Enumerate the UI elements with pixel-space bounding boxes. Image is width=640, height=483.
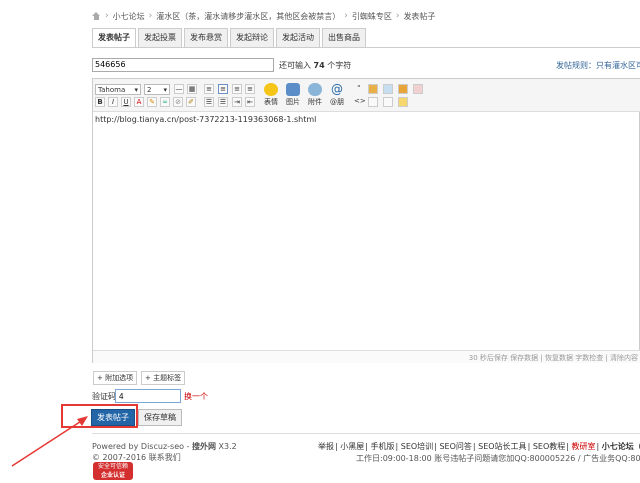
insert-image-button[interactable]: 图片 xyxy=(284,83,302,107)
topic-tag-button[interactable]: + 主题标签 xyxy=(141,371,186,385)
char-count: 74 xyxy=(313,61,325,70)
chevron-right-icon: › xyxy=(148,11,153,21)
hide-content-icon[interactable] xyxy=(383,84,393,94)
italic-button[interactable]: I xyxy=(108,97,118,107)
chevron-down-icon: ▾ xyxy=(134,86,138,94)
footer-link[interactable]: 小七论坛（粤ICP xyxy=(602,442,640,451)
footer-link[interactable]: SEO问答 xyxy=(439,442,471,451)
posting-rules-link[interactable]: 发帖规则：只有灌水区可以 xyxy=(556,60,640,71)
unlink-icon[interactable]: ⊘ xyxy=(173,97,183,107)
image-icon xyxy=(286,83,300,96)
annotation-arrow-icon xyxy=(11,416,88,467)
table-icon[interactable]: ▦ xyxy=(187,84,197,94)
footer-link[interactable]: 手机版 xyxy=(371,442,395,451)
tab-poll[interactable]: 发起投票 xyxy=(138,28,182,47)
paperclip-icon xyxy=(308,83,322,96)
outdent-icon[interactable]: ⇤ xyxy=(245,97,255,107)
breadcrumb-subboard[interactable]: 引蜘蛛专区 xyxy=(352,11,392,22)
emoji-button[interactable]: 表情 xyxy=(262,83,280,107)
contact-us-link[interactable]: 联系我们 xyxy=(149,453,181,462)
penguin-icon[interactable] xyxy=(413,84,423,94)
subject-input[interactable] xyxy=(92,58,274,72)
tab-divider xyxy=(92,47,640,48)
lock-icon[interactable] xyxy=(368,84,378,94)
highlight-icon[interactable]: ✎ xyxy=(147,97,157,107)
smiley-icon xyxy=(264,83,278,96)
char-counter: 还可输入 74 个字符 xyxy=(279,61,352,70)
autosave-status[interactable]: 30 秒后保存 保存数据 | 恢复数据 字数检查 | 清除内容 xyxy=(469,353,638,363)
home-icon[interactable] xyxy=(92,12,101,20)
post-type-tabs: 发表帖子 发起投票 发布悬赏 发起辩论 发起活动 出售商品 xyxy=(92,28,366,48)
flash-icon[interactable] xyxy=(398,97,408,107)
breadcrumb-forum[interactable]: 小七论坛 xyxy=(113,11,145,22)
tab-reward[interactable]: 发布悬赏 xyxy=(184,28,228,47)
bold-button[interactable]: B xyxy=(95,97,105,107)
align-left-icon[interactable]: ≡ xyxy=(204,84,214,94)
breadcrumb-board[interactable]: 灌水区（茶，灌水请移步灌水区，其他区会被禁言） xyxy=(156,11,340,22)
indent-icon[interactable]: ⇥ xyxy=(232,97,242,107)
service-hours: 工作日:09:00-18:00 账号违帖子问题请您加QQ:800005226 /… xyxy=(356,454,640,463)
link-icon[interactable]: ∞ xyxy=(160,97,170,107)
attachment-button[interactable]: 附件 xyxy=(306,83,324,107)
editor-content[interactable]: http://blog.tianya.cn/post-7372213-11936… xyxy=(95,115,316,124)
align-center-icon[interactable]: ≡ xyxy=(218,84,228,94)
captcha-refresh-link[interactable]: 换一个 xyxy=(184,391,208,402)
align-justify-icon[interactable]: ≡ xyxy=(245,84,255,94)
footer-links: 举报| 小黑屋| 手机版| SEO培训| SEO问答| SEO站长工具| SEO… xyxy=(318,441,640,452)
horizontal-rule-icon[interactable]: — xyxy=(174,84,184,94)
tab-activity[interactable]: 发起活动 xyxy=(276,28,320,47)
mention-button[interactable]: @ @朋 xyxy=(328,83,346,107)
music-icon[interactable] xyxy=(368,97,378,107)
tab-trade[interactable]: 出售商品 xyxy=(322,28,366,47)
breadcrumb-current: 发表帖子 xyxy=(403,11,436,21)
footer-link[interactable]: SEO培训 xyxy=(401,442,433,451)
editor-status-bar: 30 秒后保存 保存数据 | 恢复数据 字数检查 | 清除内容 xyxy=(93,350,640,363)
footer-link[interactable]: 教研室 xyxy=(572,442,596,451)
powered-by: Powered by Discuz-seo - 搜外网 X3.2 xyxy=(92,442,237,451)
tab-debate[interactable]: 发起辩论 xyxy=(230,28,274,47)
unordered-list-icon[interactable]: ☰ xyxy=(218,97,228,107)
breadcrumb: › 小七论坛 › 灌水区（茶，灌水请移步灌水区，其他区会被禁言） › 引蜘蛛专区… xyxy=(92,9,435,23)
chevron-down-icon: ▾ xyxy=(163,86,167,94)
font-family-select[interactable]: Tahoma ▾ xyxy=(95,84,141,95)
chevron-right-icon: › xyxy=(395,11,400,21)
footer-link[interactable]: 小黑屋 xyxy=(340,442,364,451)
footer-link[interactable]: SEO教程 xyxy=(533,442,565,451)
extra-options-button[interactable]: + 附加选项 xyxy=(93,371,138,385)
footer-link[interactable]: SEO站长工具 xyxy=(478,442,526,451)
chevron-right-icon: › xyxy=(344,11,348,21)
chevron-right-icon: › xyxy=(105,11,109,21)
save-draft-button[interactable]: 保存草稿 xyxy=(138,409,182,426)
trust-badge[interactable]: 安全可信赖 企业认证 xyxy=(93,462,133,480)
captcha-input[interactable] xyxy=(115,389,181,403)
at-icon: @ xyxy=(331,82,343,96)
font-color-button[interactable]: A xyxy=(134,97,144,107)
video-icon[interactable] xyxy=(383,97,393,107)
footer-link[interactable]: 举报 xyxy=(318,442,334,451)
code-button[interactable]: <> xyxy=(354,97,366,107)
tab-new-post[interactable]: 发表帖子 xyxy=(92,28,136,48)
clear-format-icon[interactable]: ✐ xyxy=(186,97,196,107)
free-content-icon[interactable] xyxy=(398,84,408,94)
quote-button[interactable]: “ xyxy=(354,84,364,94)
ordered-list-icon[interactable]: ☰ xyxy=(204,97,214,107)
align-right-icon[interactable]: ≡ xyxy=(232,84,242,94)
footer-divider xyxy=(92,433,640,434)
font-size-select[interactable]: 2 ▾ xyxy=(144,84,170,95)
underline-button[interactable]: U xyxy=(121,97,131,107)
